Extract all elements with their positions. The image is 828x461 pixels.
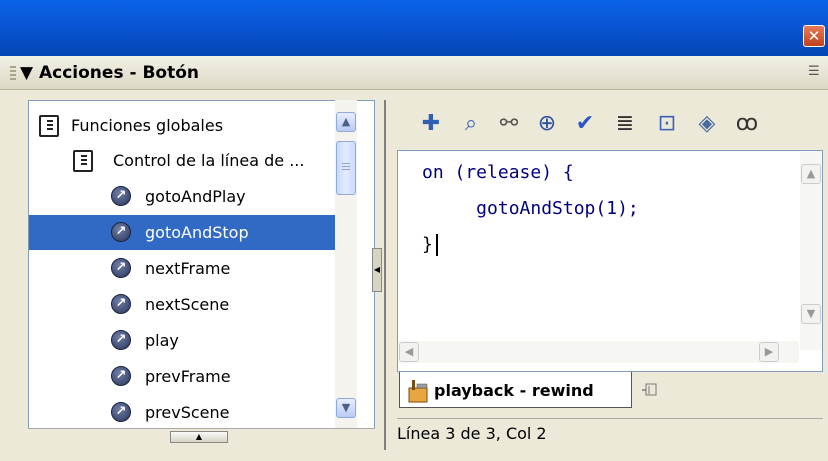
tree-item-label: nextScene: [145, 295, 230, 314]
actions-toolbox: Funciones globales Control de la línea d…: [28, 100, 375, 430]
tree-item-label: prevScene: [145, 403, 230, 422]
code-line[interactable]: gotoAndStop(1);: [422, 198, 639, 219]
check-syntax-icon[interactable]: ✔: [572, 110, 598, 138]
scroll-left-button[interactable]: ◀: [399, 342, 419, 362]
code-line[interactable]: on (release) {: [422, 162, 574, 183]
scroll-up-button[interactable]: ▲: [801, 164, 821, 184]
tree-item[interactable]: ↗ nextScene: [29, 287, 357, 322]
tree-item-label: nextFrame: [145, 259, 231, 278]
menu-options-icon[interactable]: ☰: [808, 64, 822, 80]
function-icon: ↗: [111, 330, 131, 350]
function-icon: ↗: [111, 366, 131, 386]
scrollbar-thumb[interactable]: [336, 141, 356, 195]
auto-format-icon[interactable]: ≣: [612, 110, 638, 138]
insert-target-path-icon[interactable]: ⊕: [534, 110, 560, 138]
tree-item[interactable]: ↗ prevScene: [29, 395, 357, 429]
debug-options-icon[interactable]: ◈: [694, 110, 720, 138]
close-button[interactable]: ✕: [803, 25, 825, 47]
pane-divider: [384, 100, 386, 450]
editor-vertical-scrollbar[interactable]: ▲ ▼: [800, 152, 822, 350]
function-icon: ↗: [111, 294, 131, 314]
expand-toolbox-button[interactable]: ▲: [170, 431, 228, 443]
tree-item-label: prevFrame: [145, 367, 231, 386]
collapse-toolbox-handle[interactable]: ◀: [372, 248, 382, 292]
tree-item[interactable]: ↗ prevFrame: [29, 359, 357, 394]
function-icon: ↗: [111, 402, 131, 422]
tree-item-selected[interactable]: ↗ gotoAndStop: [29, 215, 357, 250]
scroll-right-button[interactable]: ▶: [759, 342, 779, 362]
scroll-down-button[interactable]: ▼: [336, 398, 356, 418]
tree-item-label: play: [145, 331, 179, 350]
panel-title[interactable]: ▼ Acciones - Botón: [20, 62, 199, 84]
script-assist-icon[interactable]: ꝏ: [734, 110, 760, 138]
code-hint-icon[interactable]: ⊡: [654, 110, 680, 138]
pin-script-icon[interactable]: [640, 380, 660, 400]
script-editor[interactable]: [397, 150, 823, 372]
book-icon: [73, 150, 93, 172]
tree-item[interactable]: ↗ play: [29, 323, 357, 358]
book-icon: [39, 115, 59, 137]
editor-horizontal-scrollbar[interactable]: ◀ ▶: [399, 341, 799, 363]
tree-item[interactable]: ↗ nextFrame: [29, 251, 357, 286]
tree-item-label: Control de la línea de ...: [113, 151, 305, 170]
scroll-up-button[interactable]: ▲: [336, 112, 356, 132]
tree-item[interactable]: Control de la línea de ...: [29, 143, 357, 178]
cursor-position-status: Línea 3 de 3, Col 2: [397, 424, 547, 443]
replace-icon[interactable]: ⚯: [496, 110, 522, 138]
scroll-down-button[interactable]: ▼: [801, 304, 821, 324]
script-tab-label[interactable]: playback - rewind: [434, 378, 594, 404]
window-title-bar: [0, 0, 828, 56]
function-icon: ↗: [111, 186, 131, 206]
tree-item-label: gotoAndStop: [145, 223, 249, 242]
script-toolbar: ✚ ⌕ ⚯ ⊕ ✔ ≣ ⊡ ◈ ꝏ: [400, 102, 810, 146]
script-pin-icon: [408, 380, 428, 403]
function-icon: ↗: [111, 258, 131, 278]
tree-item[interactable]: ↗ gotoAndPlay: [29, 179, 357, 214]
drag-grip-icon[interactable]: [10, 66, 16, 82]
function-icon: ↗: [111, 222, 131, 242]
code-line[interactable]: }: [422, 234, 433, 255]
text-caret: [436, 234, 438, 256]
find-icon[interactable]: ⌕: [458, 110, 484, 138]
tree-item-label: Funciones globales: [71, 116, 224, 135]
add-statement-icon[interactable]: ✚: [418, 110, 444, 138]
tree-item[interactable]: Funciones globales: [29, 108, 357, 143]
tree-item-label: gotoAndPlay: [145, 187, 246, 206]
